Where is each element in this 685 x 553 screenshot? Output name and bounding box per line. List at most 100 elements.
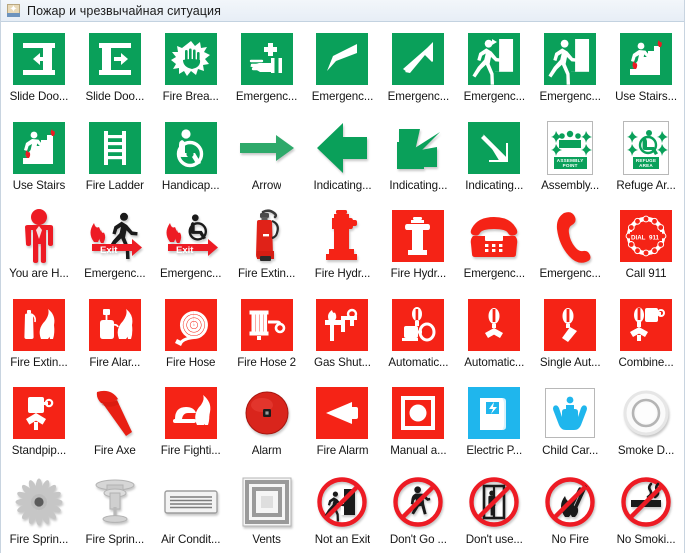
stencil-item-label: Emergenc... xyxy=(311,90,374,103)
stencil-item-no-fire[interactable]: No Fire xyxy=(532,465,608,553)
stencil-item-emergency-first-aid[interactable]: Emergenc... xyxy=(229,22,305,111)
stencil-item-fire-hose-2[interactable]: Fire Hose 2 xyxy=(229,288,305,377)
stencil-item-label: No Fire xyxy=(551,532,589,546)
single-auto-icon xyxy=(542,297,598,353)
stencil-item-you-are-here[interactable]: You are H... xyxy=(1,199,77,288)
stencil-item-fire-ladder[interactable]: Fire Ladder xyxy=(77,111,153,200)
running-man-door-left-icon xyxy=(466,31,522,87)
alarm-bell-icon xyxy=(239,385,295,441)
stencil-item-fire-alarm-call[interactable]: Fire Alar... xyxy=(77,288,153,377)
stencil-item-child-care[interactable]: Child Car... xyxy=(532,376,608,465)
stencil-item-emergency-exit-right[interactable]: Emergenc... xyxy=(532,22,608,111)
auto-valve-icon xyxy=(466,297,522,353)
stencil-item-emergency-call[interactable]: Emergenc... xyxy=(532,199,608,288)
stencil-item-use-stairs[interactable]: Use Stairs xyxy=(1,111,77,200)
stencil-item-label: No Smoki... xyxy=(616,532,676,546)
stencil-item-label: Call 911 xyxy=(625,267,667,280)
hydrant-sign-icon xyxy=(390,208,446,264)
window-titlebar[interactable]: ✦ Пожар и чрезвычайная ситуация xyxy=(1,0,684,22)
stencil-item-not-an-exit[interactable]: Not an Exit xyxy=(305,465,381,553)
stencil-item-label: Automatic... xyxy=(388,355,449,369)
stencil-item-dont-use-elevator[interactable]: Don't use... xyxy=(456,465,532,553)
stencil-item-label: Child Car... xyxy=(542,444,599,457)
stencil-item-electric-panel[interactable]: Electric P... xyxy=(456,376,532,465)
stencil-item-emergency-exit-wheel[interactable]: Exit Emergenc... xyxy=(153,199,229,288)
stencil-item-slide-door-left[interactable]: Slide Doo... xyxy=(1,22,77,111)
stencil-item-refuge-area[interactable]: REFUGE AREA Refuge Ar... xyxy=(608,111,684,200)
stencil-item-smoke-detector[interactable]: Smoke D... xyxy=(608,376,684,465)
stencil-item-label: Fire Hydr... xyxy=(314,267,371,280)
stencil-library-window: ✦ Пожар и чрезвычайная ситуация Slide Do… xyxy=(0,0,685,553)
stencil-item-fire-sprinkler-2[interactable]: Fire Sprin... xyxy=(77,465,153,553)
stencil-item-emergency-exit-run[interactable]: Exit Emergenc... xyxy=(77,199,153,288)
stencil-item-emergency-phone[interactable]: Emergenc... xyxy=(456,199,532,288)
stencil-item-fire-hydrant-side[interactable]: Fire Hydr... xyxy=(305,199,381,288)
stencil-item-label: Fire Extin... xyxy=(237,267,296,280)
stencil-item-emergency-arrow-ul[interactable]: Emergenc... xyxy=(305,22,381,111)
running-man-door-right-icon xyxy=(542,31,598,87)
stencil-item-vents[interactable]: Vents xyxy=(229,465,305,553)
stencil-item-dont-go-that-way[interactable]: Don't Go ... xyxy=(380,465,456,553)
child-care-hands-icon xyxy=(542,385,598,441)
wheelchair-icon xyxy=(163,120,219,176)
stencil-item-call-911[interactable]: DIAL 911 Call 911 xyxy=(608,199,684,288)
stencil-item-label: Handicap... xyxy=(161,178,220,192)
stencil-item-label: Fire Sprin... xyxy=(9,532,69,546)
stencil-item-slide-door-right[interactable]: Slide Doo... xyxy=(77,22,153,111)
smoke-detector-icon xyxy=(618,385,674,441)
stencil-item-indicating-left[interactable]: Indicating... xyxy=(305,111,381,200)
no-elevator-prohibition-icon xyxy=(466,474,522,530)
stencil-item-fire-axe[interactable]: Fire Axe xyxy=(77,376,153,465)
stencil-item-fire-break-glass[interactable]: Fire Brea... xyxy=(153,22,229,111)
fat-arrow-downright-icon xyxy=(466,120,522,176)
stencil-item-fire-hydrant-sign[interactable]: Fire Hydr... xyxy=(380,199,456,288)
stencil-item-indicating-down-left[interactable]: Indicating... xyxy=(380,111,456,200)
electric-panel-icon xyxy=(466,385,522,441)
standing-person-icon xyxy=(11,208,67,264)
stencil-item-label: Indicating... xyxy=(389,178,448,192)
svg-text:Exit: Exit xyxy=(176,245,194,256)
assembly-point-icon: ASSEMBLY POINT xyxy=(542,120,598,176)
stencil-item-handicap-access[interactable]: Handicap... xyxy=(153,111,229,200)
axe-icon xyxy=(87,385,143,441)
stencil-item-label: Refuge Ar... xyxy=(616,178,676,192)
stencil-item-label: Vents xyxy=(252,532,281,546)
stencil-item-single-automatic[interactable]: Single Aut... xyxy=(532,288,608,377)
hydrant-side-icon xyxy=(314,208,370,264)
stencil-item-fire-fighting[interactable]: Fire Fighti... xyxy=(153,376,229,465)
extinguisher-flame-icon xyxy=(11,297,67,353)
stencil-item-combined-connection[interactable]: Combine... xyxy=(608,288,684,377)
stencil-item-fire-extinguisher-3d[interactable]: Fire Extin... xyxy=(229,199,305,288)
stencil-item-indicating-down-right[interactable]: Indicating... xyxy=(456,111,532,200)
stencil-item-fire-alarm-horn[interactable]: Fire Alarm xyxy=(305,376,381,465)
window-title: Пожар и чрезвычайная ситуация xyxy=(27,3,222,18)
stencil-item-automatic-valve-2[interactable]: Automatic... xyxy=(456,288,532,377)
stencil-item-label: Fire Hose xyxy=(166,355,216,369)
stencil-item-label: Electric P... xyxy=(466,444,523,457)
no-exit-prohibition-icon xyxy=(314,474,370,530)
stencil-item-fire-sprinkler-1[interactable]: Fire Sprin... xyxy=(1,465,77,553)
stencil-item-standpipe[interactable]: Standpip... xyxy=(1,376,77,465)
stencil-item-manual-alarm[interactable]: Manual a... xyxy=(380,376,456,465)
stencil-item-use-stairs-fire[interactable]: Use Stairs... xyxy=(608,22,684,111)
stencil-item-air-conditioner[interactable]: Air Condit... xyxy=(153,465,229,553)
stencil-item-label: Fire Extin... xyxy=(10,355,68,369)
stencil-item-automatic-valve-1[interactable]: Automatic... xyxy=(380,288,456,377)
stencil-item-fire-hose[interactable]: Fire Hose xyxy=(153,288,229,377)
emergency-arrow-upleft-icon xyxy=(314,31,370,87)
stencil-item-label: Single Aut... xyxy=(539,355,601,369)
stencil-item-assembly-point[interactable]: ASSEMBLY POINT Assembly... xyxy=(532,111,608,200)
stencil-item-emergency-exit-left[interactable]: Emergenc... xyxy=(456,22,532,111)
dial-911-icon: DIAL 911 xyxy=(618,208,674,264)
auto-valve-gauge-icon xyxy=(390,297,446,353)
stencil-item-label: Assembly... xyxy=(541,178,600,192)
stencil-item-alarm-bell[interactable]: Alarm xyxy=(229,376,305,465)
stencil-item-gas-shutoff[interactable]: Gas Shut... xyxy=(305,288,381,377)
stencil-item-emergency-arrow-ur[interactable]: Emergenc... xyxy=(380,22,456,111)
stencil-item-label: Gas Shut... xyxy=(314,355,371,369)
stencil-item-no-smoking[interactable]: No Smoki... xyxy=(608,465,684,553)
stencil-item-label: Fire Sprin... xyxy=(85,532,145,546)
stencil-item-arrow[interactable]: Arrow xyxy=(229,111,305,200)
stencil-item-fire-extinguisher-sign[interactable]: Fire Extin... xyxy=(1,288,77,377)
stencil-item-label: Don't use... xyxy=(465,532,523,546)
